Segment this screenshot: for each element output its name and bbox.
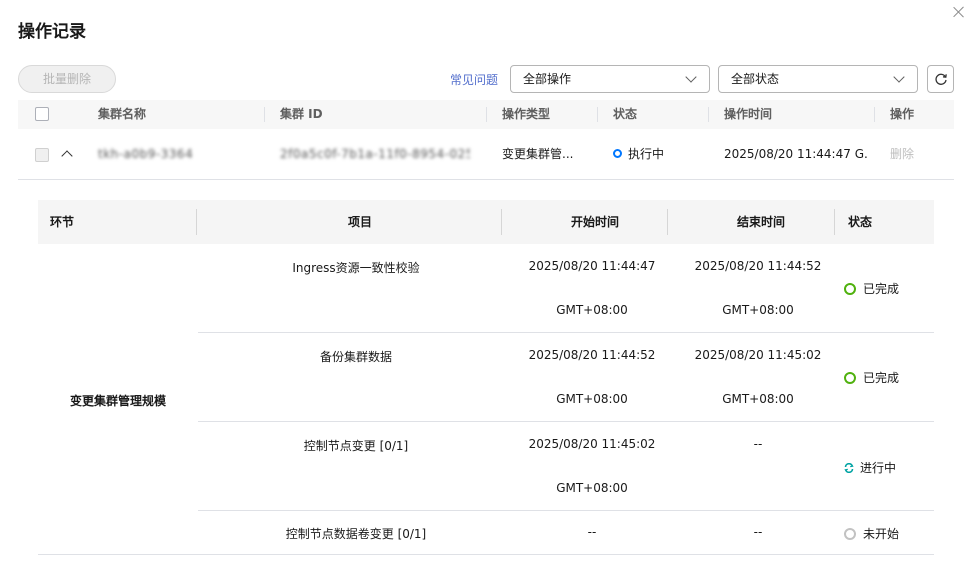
- step-end: 2025/08/20 11:44:52: [694, 259, 822, 273]
- operation-time: 2025/08/20 11:44:47 G...: [724, 147, 869, 161]
- chevron-up-icon[interactable]: [61, 150, 73, 162]
- header-status: 状态: [613, 107, 638, 121]
- header-cluster-id: 集群 ID: [280, 107, 323, 121]
- operation-type: 变更集群管...: [502, 147, 574, 161]
- step-status-text: 进行中: [860, 461, 897, 475]
- running-status-icon: [613, 149, 622, 158]
- step-item: 备份集群数据: [319, 350, 392, 364]
- faq-link[interactable]: 常见问题: [450, 71, 498, 88]
- phase-label: 变更集群管理规模: [70, 394, 167, 408]
- step-end-tz: GMT+08:00: [722, 392, 794, 406]
- step-status: 已完成: [844, 369, 899, 386]
- step-start-tz: GMT+08:00: [556, 392, 628, 406]
- select-all-checkbox[interactable]: [35, 107, 49, 121]
- step-start-tz: GMT+08:00: [556, 303, 628, 317]
- close-icon[interactable]: [950, 3, 968, 21]
- detail-header-item: 项目: [348, 215, 373, 229]
- header-operation-time: 操作时间: [724, 107, 773, 121]
- header-action: 操作: [890, 107, 915, 121]
- step-status: 进行中: [844, 459, 896, 476]
- phase-cell: 变更集群管理规模: [38, 244, 198, 555]
- step-end: 2025/08/20 11:45:02: [694, 348, 822, 362]
- detail-row: 控制节点变更 [0/1] 2025/08/20 11:45:02 GMT+08:…: [198, 422, 934, 511]
- step-status: 未开始: [844, 525, 899, 542]
- chevron-down-icon: [893, 71, 905, 83]
- step-item: 控制节点数据卷变更 [0/1]: [285, 527, 427, 541]
- step-status: 已完成: [844, 280, 899, 297]
- step-item: 控制节点变更 [0/1]: [303, 439, 409, 453]
- detail-header-phase: 环节: [50, 215, 75, 229]
- delete-link[interactable]: 删除: [890, 130, 914, 178]
- step-start: 2025/08/20 11:45:02: [528, 437, 656, 451]
- detail-table-header: 环节 项目 开始时间 结束时间 状态: [38, 200, 934, 244]
- step-end-tz: GMT+08:00: [722, 303, 794, 317]
- table-row: tkh-a0b9-3364 2f0a5c0f-7b1a-11f0-8954-02…: [18, 130, 954, 180]
- refresh-button[interactable]: [927, 65, 954, 93]
- cluster-id: 2f0a5c0f-7b1a-11f0-8954-0255ac...: [280, 147, 470, 161]
- detail-header-start: 开始时间: [571, 215, 620, 229]
- operation-filter-select[interactable]: 全部操作: [510, 65, 710, 93]
- detail-row: Ingress资源一致性校验 2025/08/20 11:44:47 GMT+0…: [198, 244, 934, 333]
- detail-header-end: 结束时间: [737, 215, 786, 229]
- detail-row: 备份集群数据 2025/08/20 11:44:52 GMT+08:00 202…: [198, 333, 934, 422]
- status-filter-value: 全部状态: [731, 72, 780, 86]
- dialog-title: 操作记录: [18, 22, 86, 42]
- batch-delete-button[interactable]: 批量删除: [18, 65, 116, 93]
- step-start: 2025/08/20 11:44:52: [528, 348, 656, 362]
- step-start: --: [587, 525, 597, 539]
- step-end: --: [753, 525, 763, 539]
- status-badge: 执行中: [613, 130, 703, 178]
- row-checkbox[interactable]: [35, 148, 49, 162]
- step-item: Ingress资源一致性校验: [292, 261, 420, 275]
- status-filter-select[interactable]: 全部状态: [718, 65, 918, 93]
- table-header: 集群名称 集群 ID 操作类型 状态 操作时间 操作: [18, 100, 954, 129]
- step-start: 2025/08/20 11:44:47: [528, 259, 656, 273]
- status-text: 执行中: [628, 147, 665, 161]
- step-start-tz: GMT+08:00: [556, 481, 628, 495]
- header-operation-type: 操作类型: [502, 107, 551, 121]
- header-cluster-name: 集群名称: [98, 107, 147, 121]
- in-progress-icon: [844, 462, 854, 473]
- chevron-down-icon: [685, 71, 697, 83]
- cluster-name[interactable]: tkh-a0b9-3364: [98, 130, 248, 178]
- refresh-icon: [935, 73, 947, 85]
- step-end: --: [753, 437, 763, 451]
- operation-filter-value: 全部操作: [523, 72, 572, 86]
- detail-row: 控制节点数据卷变更 [0/1] -- -- 未开始: [198, 511, 934, 555]
- detail-header-status: 状态: [848, 215, 873, 229]
